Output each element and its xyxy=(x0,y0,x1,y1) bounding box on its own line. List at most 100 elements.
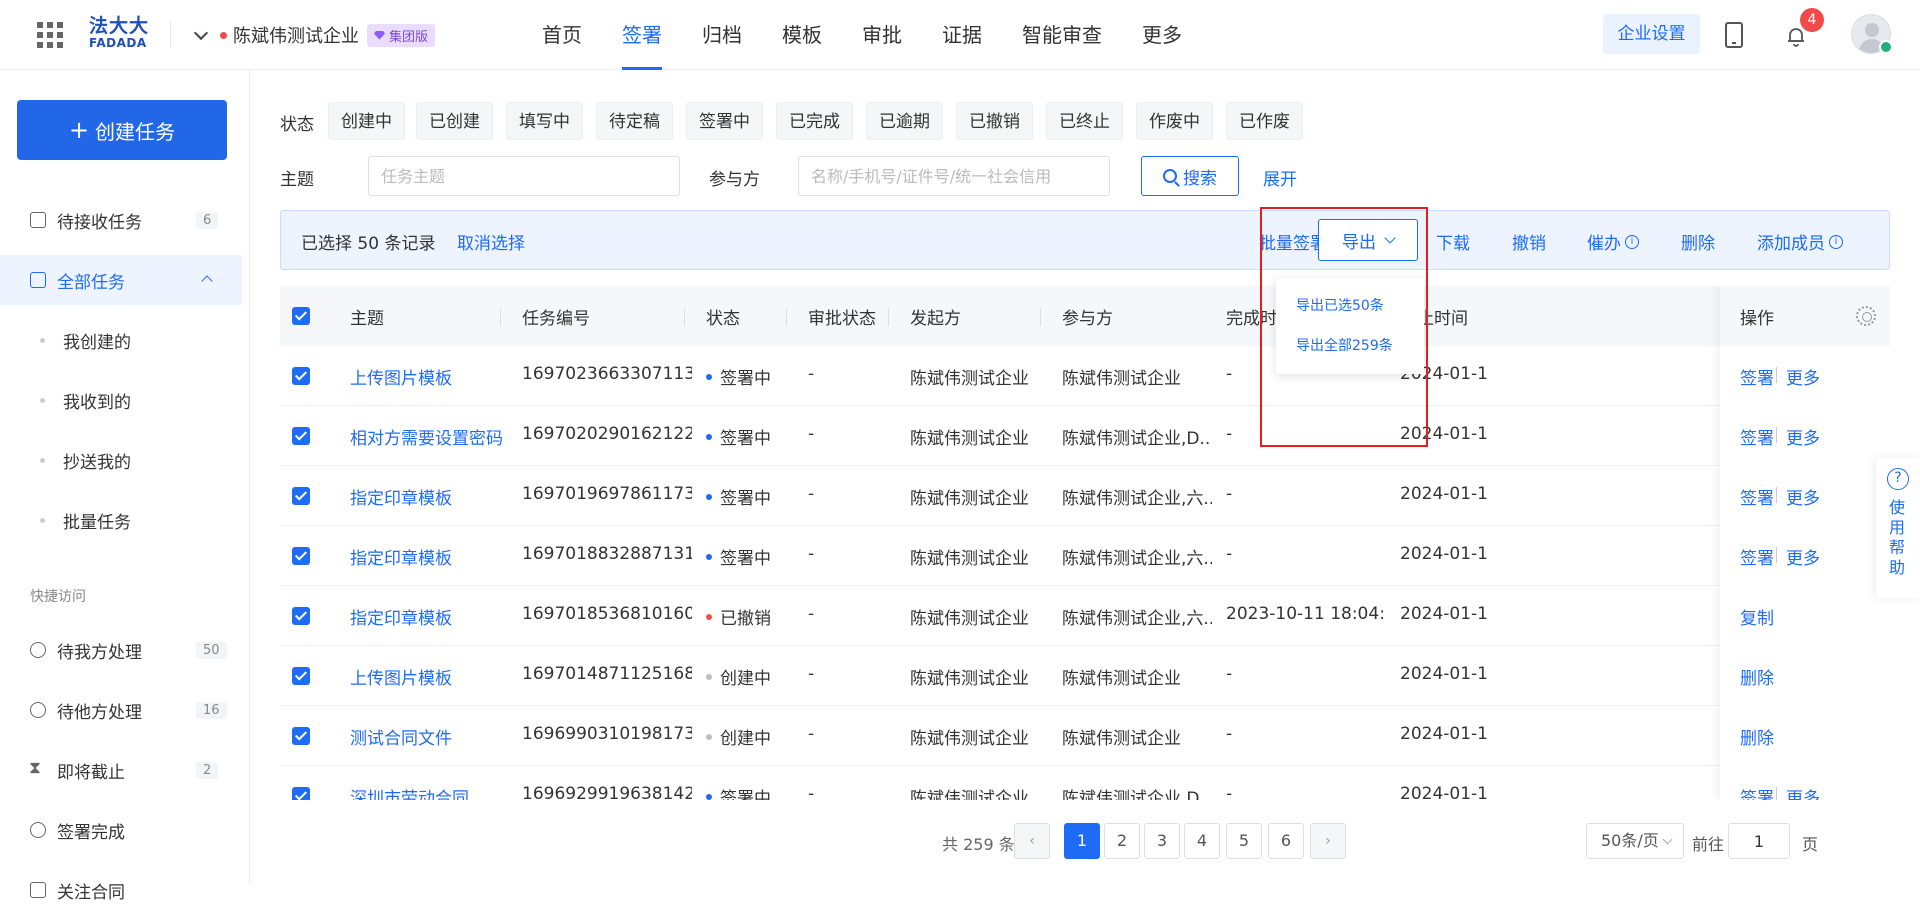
goto-page-input[interactable] xyxy=(1728,823,1790,859)
delete-button[interactable]: 删除 xyxy=(1681,229,1715,254)
nav-smart-review[interactable]: 智能审查 xyxy=(1022,0,1102,70)
expand-link[interactable]: 展开 xyxy=(1263,165,1297,190)
row-subject-link[interactable]: 测试合同文件 xyxy=(350,724,510,749)
export-button[interactable]: 导出 xyxy=(1318,219,1418,261)
nav-more[interactable]: 更多 xyxy=(1142,0,1182,70)
row-participant: 陈斌伟测试企业 xyxy=(1062,369,1181,389)
status-chip-voided[interactable]: 已作废 xyxy=(1226,102,1303,140)
cancel-selection-link[interactable]: 取消选择 xyxy=(457,229,525,254)
sidebar-item-signed[interactable]: 签署完成 xyxy=(0,805,242,855)
nav-evidence[interactable]: 证据 xyxy=(942,0,982,70)
row-subject-link[interactable]: 指定印章模板 xyxy=(350,484,510,509)
row-op-link[interactable]: 更多 xyxy=(1786,484,1820,509)
batch-sign-button[interactable]: 批量签署 xyxy=(1259,229,1327,254)
sidebar-item-awaiting-us[interactable]: 待我方处理 50 xyxy=(0,625,242,675)
help-panel[interactable]: ? 使用帮助 xyxy=(1876,458,1920,598)
page-size-select[interactable]: 50条/页 xyxy=(1586,823,1684,859)
status-chip-created[interactable]: 已创建 xyxy=(416,102,493,140)
row-op-link[interactable]: 签署 xyxy=(1740,364,1774,389)
participant-input[interactable] xyxy=(798,156,1110,196)
nav-archive[interactable]: 归档 xyxy=(702,0,742,70)
mobile-icon[interactable] xyxy=(1725,22,1743,48)
op-separator xyxy=(1776,547,1777,563)
download-button[interactable]: 下载 xyxy=(1436,229,1470,254)
enterprise-settings-button[interactable]: 企业设置 xyxy=(1603,14,1700,54)
sidebar-item-followed[interactable]: 关注合同 xyxy=(0,865,242,915)
row-op-link[interactable]: 更多 xyxy=(1786,424,1820,449)
row-subject-link[interactable]: 指定印章模板 xyxy=(350,604,510,629)
row-op-link[interactable]: 更多 xyxy=(1786,364,1820,389)
status-chip-creating[interactable]: 创建中 xyxy=(328,102,405,140)
row-checkbox[interactable] xyxy=(292,487,310,505)
export-all-option[interactable]: 导出全部259条 xyxy=(1296,335,1393,355)
row-op-link[interactable]: 签署 xyxy=(1740,424,1774,449)
fadada-logo[interactable]: 法大大 FADADA xyxy=(89,16,151,52)
row-op-link[interactable]: 复制 xyxy=(1740,604,1774,629)
status-chip-terminated[interactable]: 已终止 xyxy=(1046,102,1123,140)
row-op-link[interactable]: 删除 xyxy=(1740,724,1774,749)
page-button[interactable]: 2 xyxy=(1104,823,1140,859)
urge-button[interactable]: 催办 i xyxy=(1587,229,1639,254)
row-op-link[interactable]: 签署 xyxy=(1740,484,1774,509)
sidebar-item-due-soon[interactable]: 即将截止 2 xyxy=(0,745,242,795)
row-checkbox[interactable] xyxy=(292,607,310,625)
row-checkbox[interactable] xyxy=(292,727,310,745)
sidebar-sub-received[interactable]: 我收到的 xyxy=(0,375,242,425)
row-approval: - xyxy=(808,664,815,684)
row-checkbox[interactable] xyxy=(292,787,310,800)
sidebar-sub-batch-tasks[interactable]: 批量任务 xyxy=(0,495,242,545)
row-status: 创建中 xyxy=(706,664,796,689)
status-chip-completed[interactable]: 已完成 xyxy=(776,102,853,140)
row-checkbox[interactable] xyxy=(292,427,310,445)
add-member-button[interactable]: 添加成员 i xyxy=(1757,229,1843,254)
row-subject-link[interactable]: 上传图片模板 xyxy=(350,664,510,689)
row-subject-link[interactable]: 相对方需要设置密码 xyxy=(350,424,510,449)
sidebar-item-awaiting-others[interactable]: 待他方处理 16 xyxy=(0,685,242,735)
row-op-link[interactable]: 删除 xyxy=(1740,664,1774,689)
row-subject-link[interactable]: 深圳市劳动合同 xyxy=(350,784,510,800)
status-chip-signing[interactable]: 签署中 xyxy=(686,102,763,140)
next-page-button[interactable]: › xyxy=(1310,823,1346,859)
nav-home[interactable]: 首页 xyxy=(542,0,582,70)
row-checkbox[interactable] xyxy=(292,667,310,685)
status-chip-voiding[interactable]: 作废中 xyxy=(1136,102,1213,140)
page-button[interactable]: 4 xyxy=(1184,823,1220,859)
row-op-link[interactable]: 更多 xyxy=(1786,784,1820,800)
row-op-link[interactable]: 签署 xyxy=(1740,544,1774,569)
sidebar-sub-created-by-me[interactable]: 我创建的 xyxy=(0,315,242,365)
nav-approval[interactable]: 审批 xyxy=(862,0,902,70)
revoke-button[interactable]: 撤销 xyxy=(1512,229,1546,254)
row-op-link[interactable]: 更多 xyxy=(1786,544,1820,569)
sidebar-item-all-tasks[interactable]: 全部任务 xyxy=(0,255,242,305)
chevron-up-icon xyxy=(201,275,213,287)
sidebar-item-pending-receive[interactable]: 待接收任务 6 xyxy=(0,195,242,245)
export-selected-option[interactable]: 导出已选50条 xyxy=(1296,295,1384,315)
search-button[interactable]: 搜索 xyxy=(1141,156,1239,196)
create-task-button[interactable]: + 创建任务 xyxy=(17,100,227,160)
gear-icon[interactable] xyxy=(1856,306,1876,326)
nav-sign[interactable]: 签署 xyxy=(622,0,662,70)
status-chip-pending-final[interactable]: 待定稿 xyxy=(596,102,673,140)
status-chip-revoked[interactable]: 已撤销 xyxy=(956,102,1033,140)
row-checkbox[interactable] xyxy=(292,547,310,565)
subject-input[interactable] xyxy=(368,156,680,196)
status-chip-filling[interactable]: 填写中 xyxy=(506,102,583,140)
row-op-link[interactable]: 签署 xyxy=(1740,784,1774,800)
status-chip-overdue[interactable]: 已逾期 xyxy=(866,102,943,140)
select-all-checkbox[interactable] xyxy=(292,307,310,325)
app-grid-icon[interactable] xyxy=(37,22,63,48)
row-approval: - xyxy=(808,724,815,744)
row-subject-link[interactable]: 上传图片模板 xyxy=(350,364,510,389)
row-checkbox[interactable] xyxy=(292,367,310,385)
page-button[interactable]: 6 xyxy=(1268,823,1304,859)
status-dot-icon xyxy=(706,794,712,800)
company-switcher[interactable]: 陈斌伟测试企业 集团版 xyxy=(193,22,436,48)
page-button[interactable]: 1 xyxy=(1064,823,1100,859)
column-operations: 操作 xyxy=(1740,309,1774,329)
nav-template[interactable]: 模板 xyxy=(782,0,822,70)
page-button[interactable]: 3 xyxy=(1144,823,1180,859)
sidebar-sub-cc-me[interactable]: 抄送我的 xyxy=(0,435,242,485)
prev-page-button[interactable]: ‹ xyxy=(1014,823,1050,859)
row-subject-link[interactable]: 指定印章模板 xyxy=(350,544,510,569)
page-button[interactable]: 5 xyxy=(1226,823,1262,859)
